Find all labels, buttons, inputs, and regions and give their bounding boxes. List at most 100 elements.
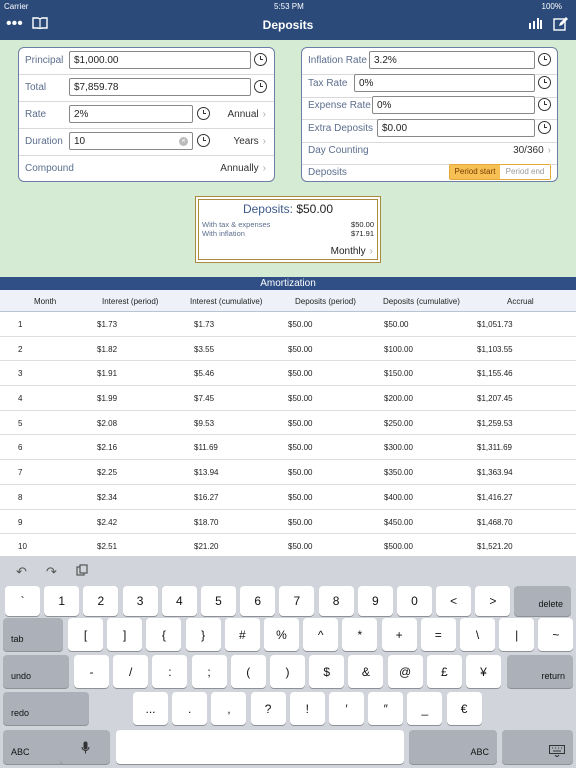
principal-label: Principal: [25, 55, 64, 66]
duration-field[interactable]: 10 ×: [69, 132, 193, 150]
duration-row: Duration 10 × Years ›: [19, 129, 274, 156]
key-symbol[interactable]: %: [264, 618, 299, 651]
amortization-table-body[interactable]: 1 $1.73 $1.73 $50.00 $50.00 $1,051.73 2 $1.82 $3…: [0, 312, 576, 556]
key-symbol[interactable]: ): [270, 655, 305, 688]
return-key[interactable]: return: [507, 655, 573, 688]
clock-icon[interactable]: [538, 53, 551, 66]
rate-field[interactable]: 2%: [69, 105, 193, 123]
key-symbol[interactable]: -: [74, 655, 109, 688]
key-symbol[interactable]: ′: [329, 692, 364, 725]
key-symbol[interactable]: .: [172, 692, 208, 725]
key-symbol[interactable]: [: [68, 618, 103, 651]
key-symbol[interactable]: £: [426, 655, 462, 688]
key-4[interactable]: 4: [161, 586, 197, 616]
clock-icon[interactable]: [538, 98, 551, 111]
day-counting-label: Day Counting: [308, 145, 369, 156]
key-7[interactable]: 7: [279, 586, 315, 616]
expense-field[interactable]: 0%: [372, 96, 535, 114]
compound-select[interactable]: Annually ›: [220, 163, 266, 174]
key-symbol[interactable]: $: [309, 655, 345, 688]
principal-field[interactable]: $1,000.00: [69, 51, 251, 69]
tab-key[interactable]: tab: [3, 618, 63, 651]
key-symbol[interactable]: {: [146, 618, 182, 651]
key-8[interactable]: 8: [318, 586, 354, 616]
key-symbol[interactable]: ...: [133, 692, 168, 725]
clock-icon[interactable]: [254, 53, 267, 66]
accrual-cell: $1,416.27: [477, 492, 513, 502]
clear-icon[interactable]: ×: [179, 137, 188, 146]
redo-icon[interactable]: ↷: [46, 564, 57, 580]
key-symbol[interactable]: ¥: [466, 655, 501, 688]
key-symbol[interactable]: ?: [250, 692, 286, 725]
key-symbol[interactable]: |: [499, 618, 535, 651]
abc-key-right[interactable]: ABC: [409, 730, 497, 764]
key-symbol[interactable]: @: [387, 655, 423, 688]
key-3[interactable]: 3: [122, 586, 158, 616]
total-field[interactable]: $7,859.78: [69, 78, 251, 96]
interest-cumulative-cell: $1.73: [194, 320, 215, 329]
key-symbol[interactable]: ^: [303, 618, 339, 651]
day-counting-select[interactable]: 30/360 ›: [513, 145, 551, 156]
key-symbol[interactable]: ,: [211, 692, 247, 725]
key-0[interactable]: `: [5, 586, 40, 616]
bar-chart-icon[interactable]: [528, 17, 542, 32]
redo-key[interactable]: redo: [3, 692, 89, 725]
clock-icon[interactable]: [254, 80, 267, 93]
clock-icon[interactable]: [197, 107, 210, 120]
key-6[interactable]: 6: [240, 586, 276, 616]
key-symbol[interactable]: :: [152, 655, 188, 688]
rate-period-select[interactable]: Annual ›: [228, 109, 266, 120]
key-symbol[interactable]: ;: [191, 655, 227, 688]
key-symbol[interactable]: €: [446, 692, 482, 725]
key-symbol[interactable]: }: [185, 618, 221, 651]
table-row: 9 $2.42 $18.70 $50.00 $450.00 $1,468.70: [0, 510, 576, 535]
duration-unit-select[interactable]: Years ›: [233, 136, 266, 147]
delete-key[interactable]: delete: [514, 586, 571, 616]
key-10[interactable]: 0: [397, 586, 432, 616]
key-symbol[interactable]: ~: [538, 618, 574, 651]
compound-row[interactable]: Compound Annually ›: [19, 156, 274, 181]
key-1[interactable]: 1: [44, 586, 80, 616]
key-symbol[interactable]: +: [381, 618, 417, 651]
period-end-segment[interactable]: Period end: [500, 164, 550, 179]
hide-keyboard-key[interactable]: [502, 730, 573, 764]
table-row: 1 $1.73 $1.73 $50.00 $50.00 $1,051.73: [0, 312, 576, 337]
space-bar[interactable]: [116, 730, 404, 764]
key-symbol[interactable]: _: [407, 692, 443, 725]
undo-key[interactable]: undo: [3, 655, 69, 688]
key-symbol[interactable]: ]: [107, 618, 143, 651]
microphone-key[interactable]: [60, 730, 110, 764]
extra-deposits-field[interactable]: $0.00: [377, 118, 535, 137]
clock-icon[interactable]: [197, 134, 210, 147]
tax-field[interactable]: 0%: [354, 73, 535, 92]
key-2[interactable]: 2: [83, 586, 119, 616]
key-symbol[interactable]: *: [342, 618, 378, 651]
key-11[interactable]: <: [436, 586, 472, 616]
deposits-summary-box[interactable]: Deposits: $50.00 With tax & expenses $50…: [195, 196, 381, 263]
compound-value: Annually: [220, 163, 259, 174]
deposits-title-label: Deposits:: [242, 202, 293, 216]
paste-icon[interactable]: [76, 564, 88, 579]
key-symbol[interactable]: \: [460, 618, 495, 651]
compose-icon[interactable]: [553, 17, 568, 34]
undo-icon[interactable]: ↶: [16, 564, 27, 580]
key-symbol[interactable]: =: [420, 618, 456, 651]
key-symbol[interactable]: &: [348, 655, 384, 688]
key-5[interactable]: 5: [201, 586, 236, 616]
key-symbol[interactable]: /: [113, 655, 149, 688]
key-symbol[interactable]: ″: [368, 692, 404, 725]
clock-icon[interactable]: [538, 75, 551, 89]
with-inflation-label: With inflation: [202, 229, 245, 238]
expense-label: Expense Rate: [308, 100, 371, 111]
key-9[interactable]: 9: [357, 586, 393, 616]
key-12[interactable]: >: [475, 586, 511, 616]
inflation-field[interactable]: 3.2%: [369, 51, 535, 69]
key-symbol[interactable]: !: [289, 692, 325, 725]
table-row: 5 $2.08 $9.53 $50.00 $250.00 $1,259.53: [0, 411, 576, 436]
key-symbol[interactable]: (: [230, 655, 266, 688]
abc-key-left[interactable]: ABC: [3, 730, 67, 764]
clock-icon[interactable]: [538, 120, 551, 134]
frequency-select[interactable]: Monthly ›: [331, 246, 373, 257]
period-start-segment[interactable]: Period start: [450, 164, 500, 179]
key-symbol[interactable]: #: [224, 618, 260, 651]
